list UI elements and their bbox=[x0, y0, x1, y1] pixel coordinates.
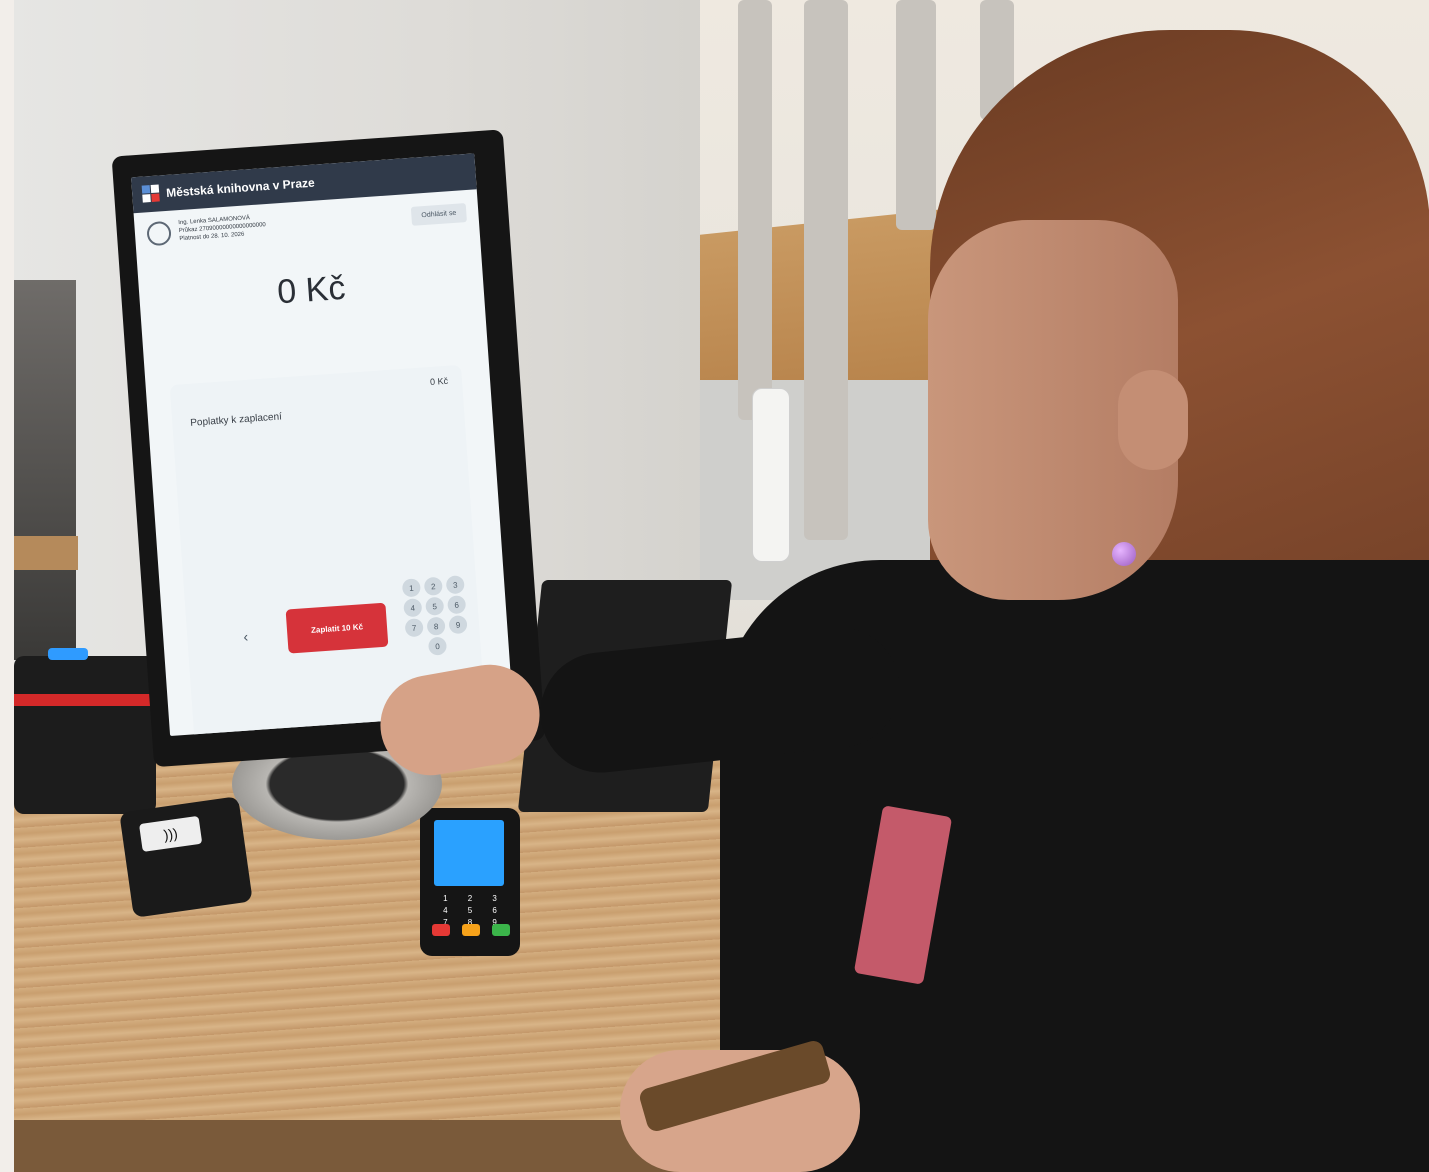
scanner-red-strip bbox=[14, 694, 156, 706]
barcode-scanner bbox=[14, 648, 156, 814]
total-amount: 0 Kč bbox=[276, 268, 347, 312]
terminal-keypad: 1 2 3 4 5 6 7 8 9 bbox=[434, 894, 506, 928]
fees-amount: 0 Kč bbox=[429, 375, 449, 388]
logo-square bbox=[141, 185, 151, 194]
keypad-key[interactable]: 5 bbox=[425, 596, 445, 616]
back-button[interactable]: ‹ bbox=[243, 628, 249, 644]
fees-label: Poplatky k zaplacení bbox=[189, 411, 283, 429]
shelf-wood bbox=[14, 536, 78, 570]
keypad-key[interactable]: 0 bbox=[427, 636, 448, 656]
terminal-key: 2 bbox=[467, 894, 473, 903]
terminal-key: 6 bbox=[492, 906, 497, 915]
scanner-light bbox=[48, 648, 88, 660]
terminal-key: 5 bbox=[467, 906, 473, 915]
photo-scene: ))) 1 2 3 4 5 6 7 8 9 Městská knihovna v… bbox=[0, 0, 1429, 1172]
terminal-key: 3 bbox=[492, 894, 497, 903]
keypad-key[interactable]: 4 bbox=[403, 598, 423, 618]
logo-square bbox=[151, 193, 160, 202]
person-ear bbox=[1118, 370, 1188, 470]
terminal-key: 1 bbox=[443, 894, 448, 903]
logo-square bbox=[142, 194, 151, 203]
contactless-icon: ))) bbox=[138, 815, 203, 852]
terminal-screen bbox=[434, 820, 504, 886]
kiosk-screen: Městská knihovna v Praze Ing. Lenka SALA… bbox=[131, 153, 514, 737]
clear-key bbox=[462, 924, 480, 936]
keypad-key[interactable]: 3 bbox=[445, 575, 465, 595]
brand-name: Městská knihovna v Praze bbox=[165, 175, 316, 200]
shelf-left bbox=[14, 280, 76, 660]
library-logo-icon bbox=[141, 184, 161, 203]
user-info: Ing. Lenka SALAMONOVÁ Průkaz 27090000000… bbox=[178, 214, 267, 243]
keypad-key[interactable]: 7 bbox=[404, 618, 424, 638]
keypad-key[interactable]: 1 bbox=[401, 578, 421, 598]
earring bbox=[1112, 542, 1136, 566]
keypad-key[interactable]: 8 bbox=[426, 616, 446, 636]
railing-post bbox=[738, 0, 772, 420]
keypad-key[interactable]: 9 bbox=[448, 615, 468, 635]
terminal-key: 4 bbox=[443, 906, 448, 915]
cancel-key bbox=[432, 924, 450, 936]
railing-post bbox=[804, 0, 848, 540]
user-avatar-icon bbox=[146, 220, 172, 247]
terminal-function-keys bbox=[432, 924, 510, 936]
pay-button[interactable]: Zaplatit 10 Kč bbox=[285, 602, 389, 654]
ok-key bbox=[492, 924, 510, 936]
nfc-card-reader: ))) bbox=[119, 796, 253, 918]
left-strip bbox=[0, 0, 14, 1172]
thermometer bbox=[752, 388, 790, 562]
keypad-key[interactable]: 6 bbox=[447, 595, 467, 615]
keypad-key[interactable]: 2 bbox=[423, 576, 443, 596]
payment-terminal: 1 2 3 4 5 6 7 8 9 bbox=[420, 808, 520, 956]
numeric-keypad: 1 2 3 4 5 6 7 8 9 0 bbox=[401, 575, 471, 657]
logo-square bbox=[150, 184, 160, 194]
railing-post bbox=[896, 0, 936, 230]
logout-button[interactable]: Odhlásit se bbox=[410, 202, 467, 226]
